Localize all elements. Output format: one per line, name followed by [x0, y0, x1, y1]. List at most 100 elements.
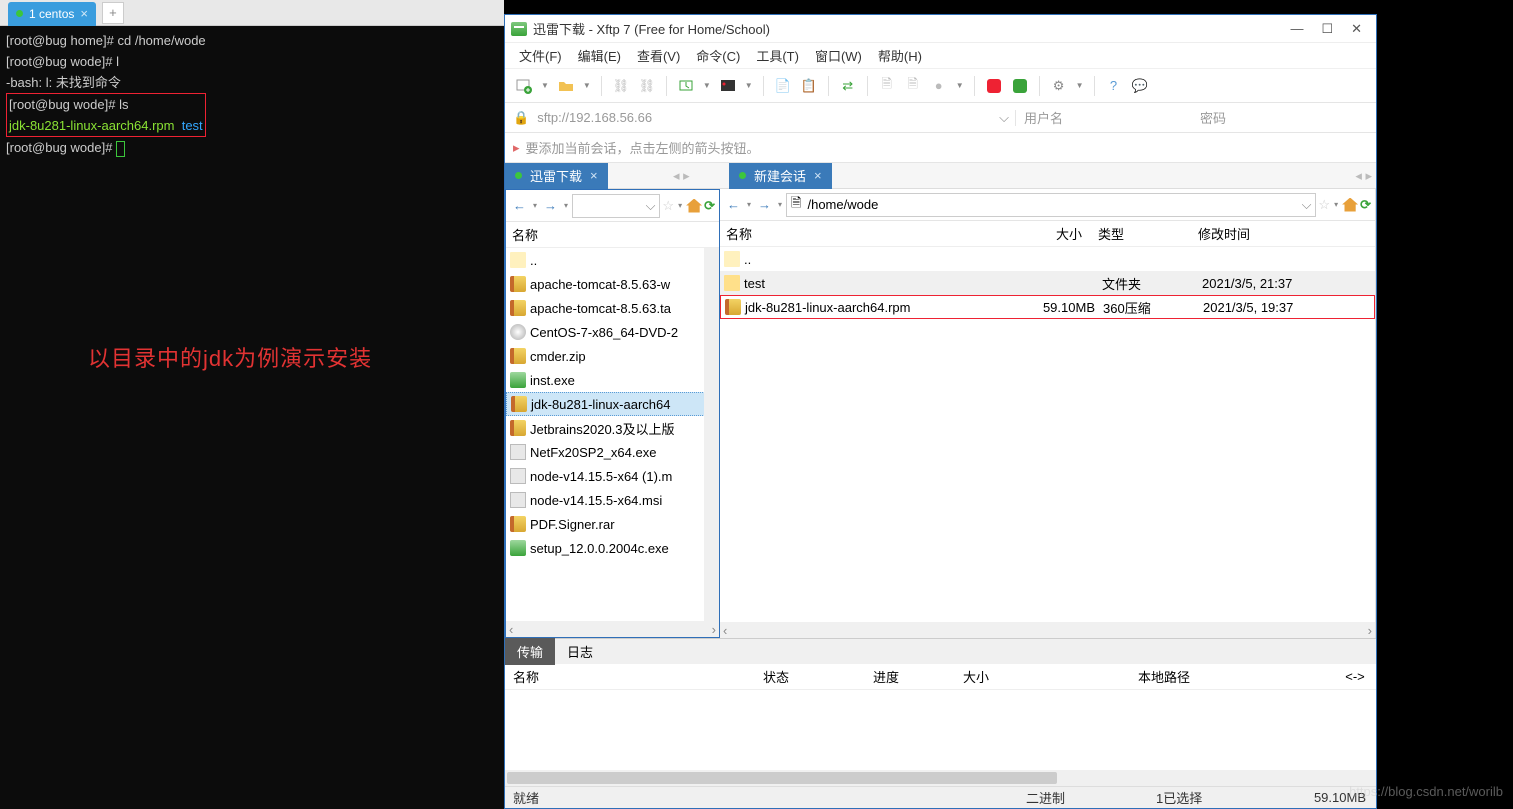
new-session-icon[interactable] [513, 75, 535, 97]
close-icon[interactable]: ✕ [1351, 21, 1362, 37]
remote-pane: ←▾ →▾ 🗎/home/wode⌵ ☆▾ ⟳ 名称 大小 类型 修改时间 ..… [720, 189, 1376, 638]
list-item: test文件夹2021/3/5, 21:37 [720, 271, 1375, 295]
terminal-tab[interactable]: 1 centos × [8, 2, 96, 26]
home-icon[interactable] [1342, 198, 1358, 212]
menu-view[interactable]: 查看(V) [631, 44, 686, 67]
chat-icon[interactable]: 💬 [1129, 75, 1151, 97]
list-item: .. [506, 248, 719, 272]
local-file-list[interactable]: .. apache-tomcat-8.5.63-w apache-tomcat-… [506, 248, 719, 621]
unlink-icon[interactable]: ⛓ [636, 75, 658, 97]
transfer-columns: 名称 状态 进度 大小 本地路径 <-> [505, 664, 1376, 690]
list-item: cmder.zip [506, 344, 719, 368]
path-input[interactable]: 🗎/home/wode⌵ [786, 193, 1316, 217]
path-input[interactable]: ⌵ [572, 194, 660, 218]
reconnect-icon[interactable] [675, 75, 697, 97]
list-item: node-v14.15.5-x64 (1).m [506, 464, 719, 488]
list-item: Jetbrains2020.3及以上版 [506, 416, 719, 440]
list-item: jdk-8u281-linux-aarch64.rpm59.10MB360压缩2… [720, 295, 1375, 319]
back-icon[interactable]: ← [724, 195, 743, 214]
doc2-icon[interactable]: 🗎 [902, 75, 924, 97]
maximize-icon[interactable]: ☐ [1321, 21, 1333, 37]
transfer-scroll[interactable] [505, 770, 1376, 786]
help-icon[interactable]: ? [1103, 75, 1125, 97]
menu-window[interactable]: 窗口(W) [809, 44, 868, 67]
doc-icon[interactable]: 🗎 [876, 75, 898, 97]
tab-label: 迅雷下载 [530, 166, 582, 185]
column-header[interactable]: 名称 大小 类型 修改时间 [720, 221, 1375, 247]
remote-file-list[interactable]: .. test文件夹2021/3/5, 21:37 jdk-8u281-linu… [720, 247, 1375, 622]
star-icon[interactable]: ☆ [1318, 197, 1330, 213]
status-dot-icon [16, 10, 23, 17]
swap-icon[interactable]: ⇄ [837, 75, 859, 97]
green-icon[interactable] [1009, 75, 1031, 97]
status-bar: 就绪 二进制 1已选择 59.10MB [505, 786, 1376, 808]
menu-help[interactable]: 帮助(H) [872, 44, 928, 67]
status-ready: 就绪 [505, 788, 1026, 807]
file-panes: ←▾ →▾ ⌵ ☆▾ ⟳ 名称 .. apache-tomcat-8.5.63-… [505, 189, 1376, 638]
tab-transfer[interactable]: 传输 [505, 638, 555, 665]
list-item: jdk-8u281-linux-aarch64 [506, 392, 719, 416]
gear-icon[interactable]: ⚙ [1048, 75, 1070, 97]
dropdown-icon[interactable]: ▼ [743, 81, 755, 90]
dropdown-icon[interactable]: ▼ [539, 81, 551, 90]
nav-row: ←▾ →▾ ⌵ ☆▾ ⟳ [506, 190, 719, 222]
status-dot-icon [739, 172, 746, 179]
cmd: cd /home/wode [118, 33, 206, 48]
prompt: [root@bug wode]# [6, 140, 112, 155]
new-tab-button[interactable]: + [102, 2, 124, 24]
list-item: .. [720, 247, 1375, 271]
dot-icon[interactable]: ● [928, 75, 950, 97]
user-input[interactable] [1092, 107, 1192, 129]
menu-cmd[interactable]: 命令(C) [690, 44, 746, 67]
menu-tool[interactable]: 工具(T) [750, 44, 805, 67]
home-icon[interactable] [686, 199, 702, 213]
refresh-icon[interactable]: ⟳ [704, 198, 715, 214]
tab-arrows[interactable]: ◂ ▸ [673, 168, 690, 184]
list-item: node-v14.15.5-x64.msi [506, 488, 719, 512]
close-icon[interactable]: × [590, 168, 598, 183]
dropdown-icon[interactable]: ▼ [701, 81, 713, 90]
address-input[interactable]: sftp://192.168.56.66⌵ [537, 110, 1016, 126]
column-header[interactable]: 名称 [506, 222, 719, 248]
tab-label: 新建会话 [754, 166, 806, 185]
tab-arrows[interactable]: ◂ ▸ [1355, 168, 1372, 184]
red-icon[interactable] [983, 75, 1005, 97]
list-item: NetFx20SP2_x64.exe [506, 440, 719, 464]
hscroll[interactable]: ‹› [720, 622, 1375, 638]
menu-edit[interactable]: 编辑(E) [572, 44, 627, 67]
pass-input[interactable] [1268, 107, 1368, 129]
close-icon[interactable]: × [814, 168, 822, 183]
dropdown-icon[interactable]: ▼ [954, 81, 966, 90]
session-tab-remote[interactable]: 新建会话 × [729, 163, 832, 189]
forward-icon[interactable]: → [541, 196, 560, 215]
dropdown-icon[interactable]: ▼ [1074, 81, 1086, 90]
transfer-list[interactable] [505, 690, 1376, 770]
session-tabs: 迅雷下载 × ◂ ▸ 新建会话 × ◂ ▸ [505, 163, 1376, 189]
list-item: CentOS-7-x86_64-DVD-2 [506, 320, 719, 344]
hscroll[interactable]: ‹› [506, 621, 719, 637]
dropdown-icon[interactable]: ▼ [581, 81, 593, 90]
toolbar: ▼ ▼ ⛓ ⛓ ▼ ▼ 📄 📋 ⇄ 🗎 🗎 ● ▼ ⚙ ▼ ? 💬 [505, 69, 1376, 103]
scrollbar[interactable] [704, 248, 719, 621]
hint-text: 要添加当前会话，点击左侧的箭头按钮。 [526, 138, 760, 157]
link-icon[interactable]: ⛓ [610, 75, 632, 97]
local-pane: ←▾ →▾ ⌵ ☆▾ ⟳ 名称 .. apache-tomcat-8.5.63-… [505, 189, 720, 638]
paste-icon[interactable]: 📋 [798, 75, 820, 97]
refresh-icon[interactable]: ⟳ [1360, 197, 1371, 213]
menu-file[interactable]: 文件(F) [513, 44, 568, 67]
back-icon[interactable]: ← [510, 196, 529, 215]
open-icon[interactable] [555, 75, 577, 97]
session-tab-local[interactable]: 迅雷下载 × [505, 163, 608, 189]
list-item: setup_12.0.0.2004c.exe [506, 536, 719, 560]
watermark: https://blog.csdn.net/worilb [1349, 784, 1503, 799]
terminal-body[interactable]: [root@bug home]# cd /home/wode [root@bug… [0, 26, 504, 809]
prompt: [root@bug home]# [6, 33, 114, 48]
tab-log[interactable]: 日志 [555, 638, 605, 665]
nav-row: ←▾ →▾ 🗎/home/wode⌵ ☆▾ ⟳ [720, 189, 1375, 221]
copy-icon[interactable]: 📄 [772, 75, 794, 97]
star-icon[interactable]: ☆ [662, 198, 674, 214]
terminal-icon[interactable] [717, 75, 739, 97]
minimize-icon[interactable]: — [1290, 21, 1303, 37]
forward-icon[interactable]: → [755, 195, 774, 214]
close-icon[interactable]: × [80, 6, 88, 21]
